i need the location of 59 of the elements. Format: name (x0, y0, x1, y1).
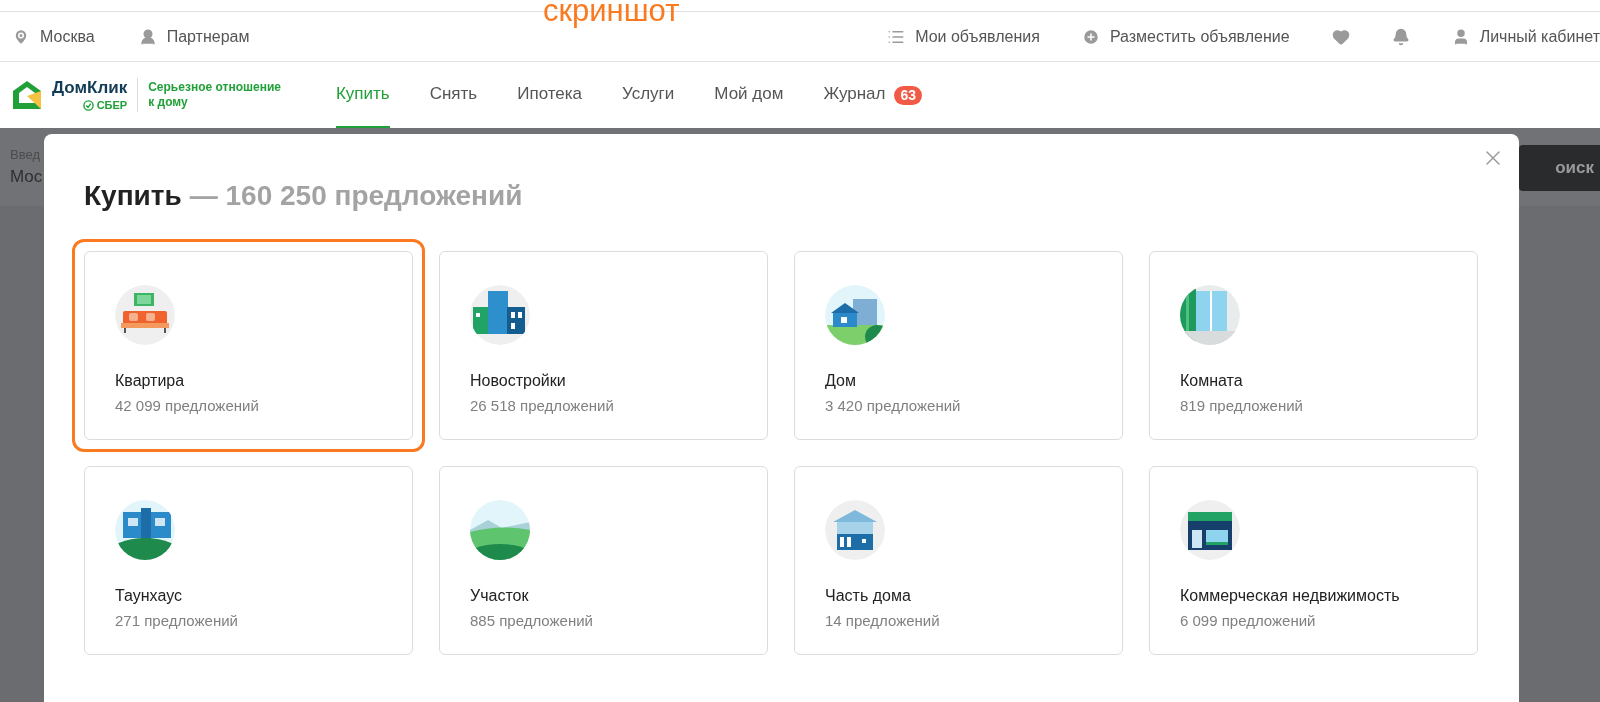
category-name: Участок (470, 586, 530, 606)
category-name: Комната (1180, 371, 1244, 391)
heart-icon[interactable] (1331, 27, 1350, 46)
slogan-line: Серьезное отношение (148, 80, 281, 95)
sofa-icon (115, 285, 175, 345)
nav-tab[interactable]: Журнал (823, 62, 886, 128)
nav-tab[interactable]: Ипотека (517, 62, 583, 128)
logo-name: ДомКлик (52, 78, 128, 98)
category-card[interactable]: Участок 885 предложений (439, 466, 768, 655)
offer-count: 42 099 предложений (115, 396, 260, 416)
buildings-icon (470, 285, 530, 345)
category-name: Квартира (115, 371, 186, 391)
nav-tab[interactable]: Услуги (622, 62, 675, 128)
townhouse-icon (115, 500, 175, 560)
modal-title: Купить (84, 179, 182, 213)
person-icon (138, 27, 157, 46)
logo-icon (12, 80, 42, 110)
offer-count: 26 518 предложений (470, 396, 615, 416)
pin-icon (12, 27, 30, 46)
category-card[interactable]: Часть дома 14 предложений (794, 466, 1123, 655)
check-circle-icon (82, 99, 94, 111)
category-card[interactable]: Квартира 42 099 предложений (84, 251, 413, 440)
category-card[interactable]: Новостройки 26 518 предложений (439, 251, 768, 440)
offer-count: 6 099 предложений (1180, 611, 1317, 631)
bell-icon[interactable] (1391, 27, 1410, 46)
slogan-line: к дому (148, 95, 189, 110)
window-icon (1180, 285, 1240, 345)
nav-tab[interactable]: Мой дом (714, 62, 784, 128)
category-name: Новостройки (470, 371, 567, 391)
top-link[interactable]: Мои объявления (915, 24, 1040, 49)
logo-subtitle: СБЕР (96, 98, 128, 112)
field-icon (470, 500, 530, 560)
category-card[interactable]: Комната 819 предложений (1149, 251, 1478, 440)
offer-count: 819 предложений (1180, 396, 1304, 416)
count-badge: 63 (894, 85, 923, 105)
offer-count: 14 предложений (825, 611, 941, 631)
nav-tab[interactable]: Снять (429, 62, 478, 128)
top-link[interactable]: Личный кабинет (1479, 24, 1600, 49)
houses-icon (825, 285, 885, 345)
offer-total: — 160 250 предложений (189, 179, 523, 213)
top-link[interactable]: Разместить объявление (1109, 24, 1290, 49)
search-value: Мос (10, 166, 43, 188)
category-card[interactable]: Таунхаус 271 предложений (84, 466, 413, 655)
category-card[interactable]: Дом 3 420 предложений (794, 251, 1123, 440)
category-card[interactable]: Коммерческая недвижимость 6 099 предложений (1149, 466, 1478, 655)
category-name: Часть дома (825, 586, 912, 606)
shop-icon (1180, 500, 1240, 560)
search-button[interactable]: оиск (1519, 145, 1600, 191)
annotation-label: скриншот (543, 0, 680, 30)
top-link[interactable]: Партнерам (166, 24, 250, 49)
offer-count: 271 предложений (115, 611, 239, 631)
plus-icon (1081, 27, 1100, 46)
category-name: Коммерческая недвижимость (1180, 586, 1401, 606)
category-name: Таунхаус (115, 586, 183, 606)
house-icon (825, 500, 885, 560)
category-name: Дом (825, 371, 857, 391)
top-link[interactable]: Москва (40, 24, 95, 49)
offer-count: 3 420 предложений (825, 396, 962, 416)
offer-count: 885 предложений (470, 611, 594, 631)
